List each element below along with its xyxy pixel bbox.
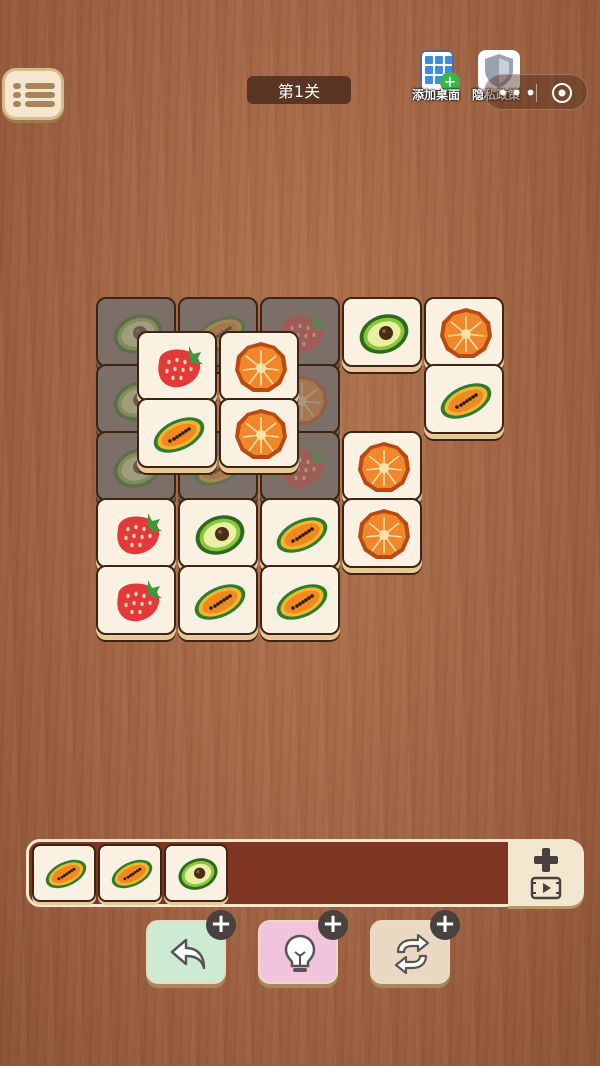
avocado-icon [190,505,250,565]
orange-tile[interactable] [342,431,422,501]
level-title: 第1关 [247,76,351,104]
tray-papaya-tile [32,844,96,902]
menu-dot [13,92,21,98]
hint-plus-badge: + [318,910,348,940]
shuffle-button[interactable]: + [370,910,460,984]
strawberry-tile[interactable] [137,331,217,401]
capsule-divider [536,84,537,102]
more-options-button[interactable]: ••• [497,83,538,103]
orange-icon [231,338,291,398]
strawberry-icon [149,338,209,398]
papaya-icon [272,572,332,632]
orange-tile[interactable] [219,398,299,468]
avocado-icon [174,850,222,898]
papaya-icon [272,505,332,565]
undo-plus-badge: + [206,910,236,940]
expand-tray-button[interactable] [508,840,584,906]
avocado-tile[interactable] [178,498,258,568]
papaya-tile[interactable] [178,565,258,635]
menu-line [25,83,55,89]
orange-icon [354,438,414,498]
papaya-icon [149,405,209,465]
orange-tile[interactable] [424,297,504,367]
strawberry-icon [108,505,168,565]
papaya-tile[interactable] [260,565,340,635]
papaya-icon [190,572,250,632]
papaya-icon [42,850,90,898]
orange-icon [231,405,291,465]
mini-program-capsule: ••• [484,74,588,110]
papaya-tile[interactable] [137,398,217,468]
menu-line [25,101,55,107]
lightbulb-icon [284,934,316,972]
strawberry-tile[interactable] [96,565,176,635]
undo-arrow-icon [170,938,206,970]
papaya-tile[interactable] [260,498,340,568]
papaya-icon [108,850,156,898]
shuffle-plus-badge: + [430,910,460,940]
orange-icon [354,505,414,565]
hint-button[interactable]: + [258,910,348,984]
menu-button[interactable] [2,68,64,120]
orange-tile[interactable] [219,331,299,401]
avocado-icon [354,304,414,364]
add-desktop-label: 添加桌面 [412,88,461,102]
menu-icon [13,83,21,89]
orange-icon [436,304,496,364]
papaya-tile[interactable] [424,364,504,434]
menu-line [25,92,55,98]
close-circle-icon[interactable] [551,82,573,104]
add-slot-video-icon [530,848,562,900]
shuffle-icon [394,933,430,975]
orange-tile[interactable] [342,498,422,568]
undo-button[interactable]: + [146,910,236,984]
strawberry-tile[interactable] [96,498,176,568]
papaya-icon [436,371,496,431]
strawberry-icon [108,572,168,632]
menu-dot [13,101,21,107]
tray-avocado-tile [164,844,228,902]
tray-papaya-tile [98,844,162,902]
avocado-tile[interactable] [342,297,422,367]
